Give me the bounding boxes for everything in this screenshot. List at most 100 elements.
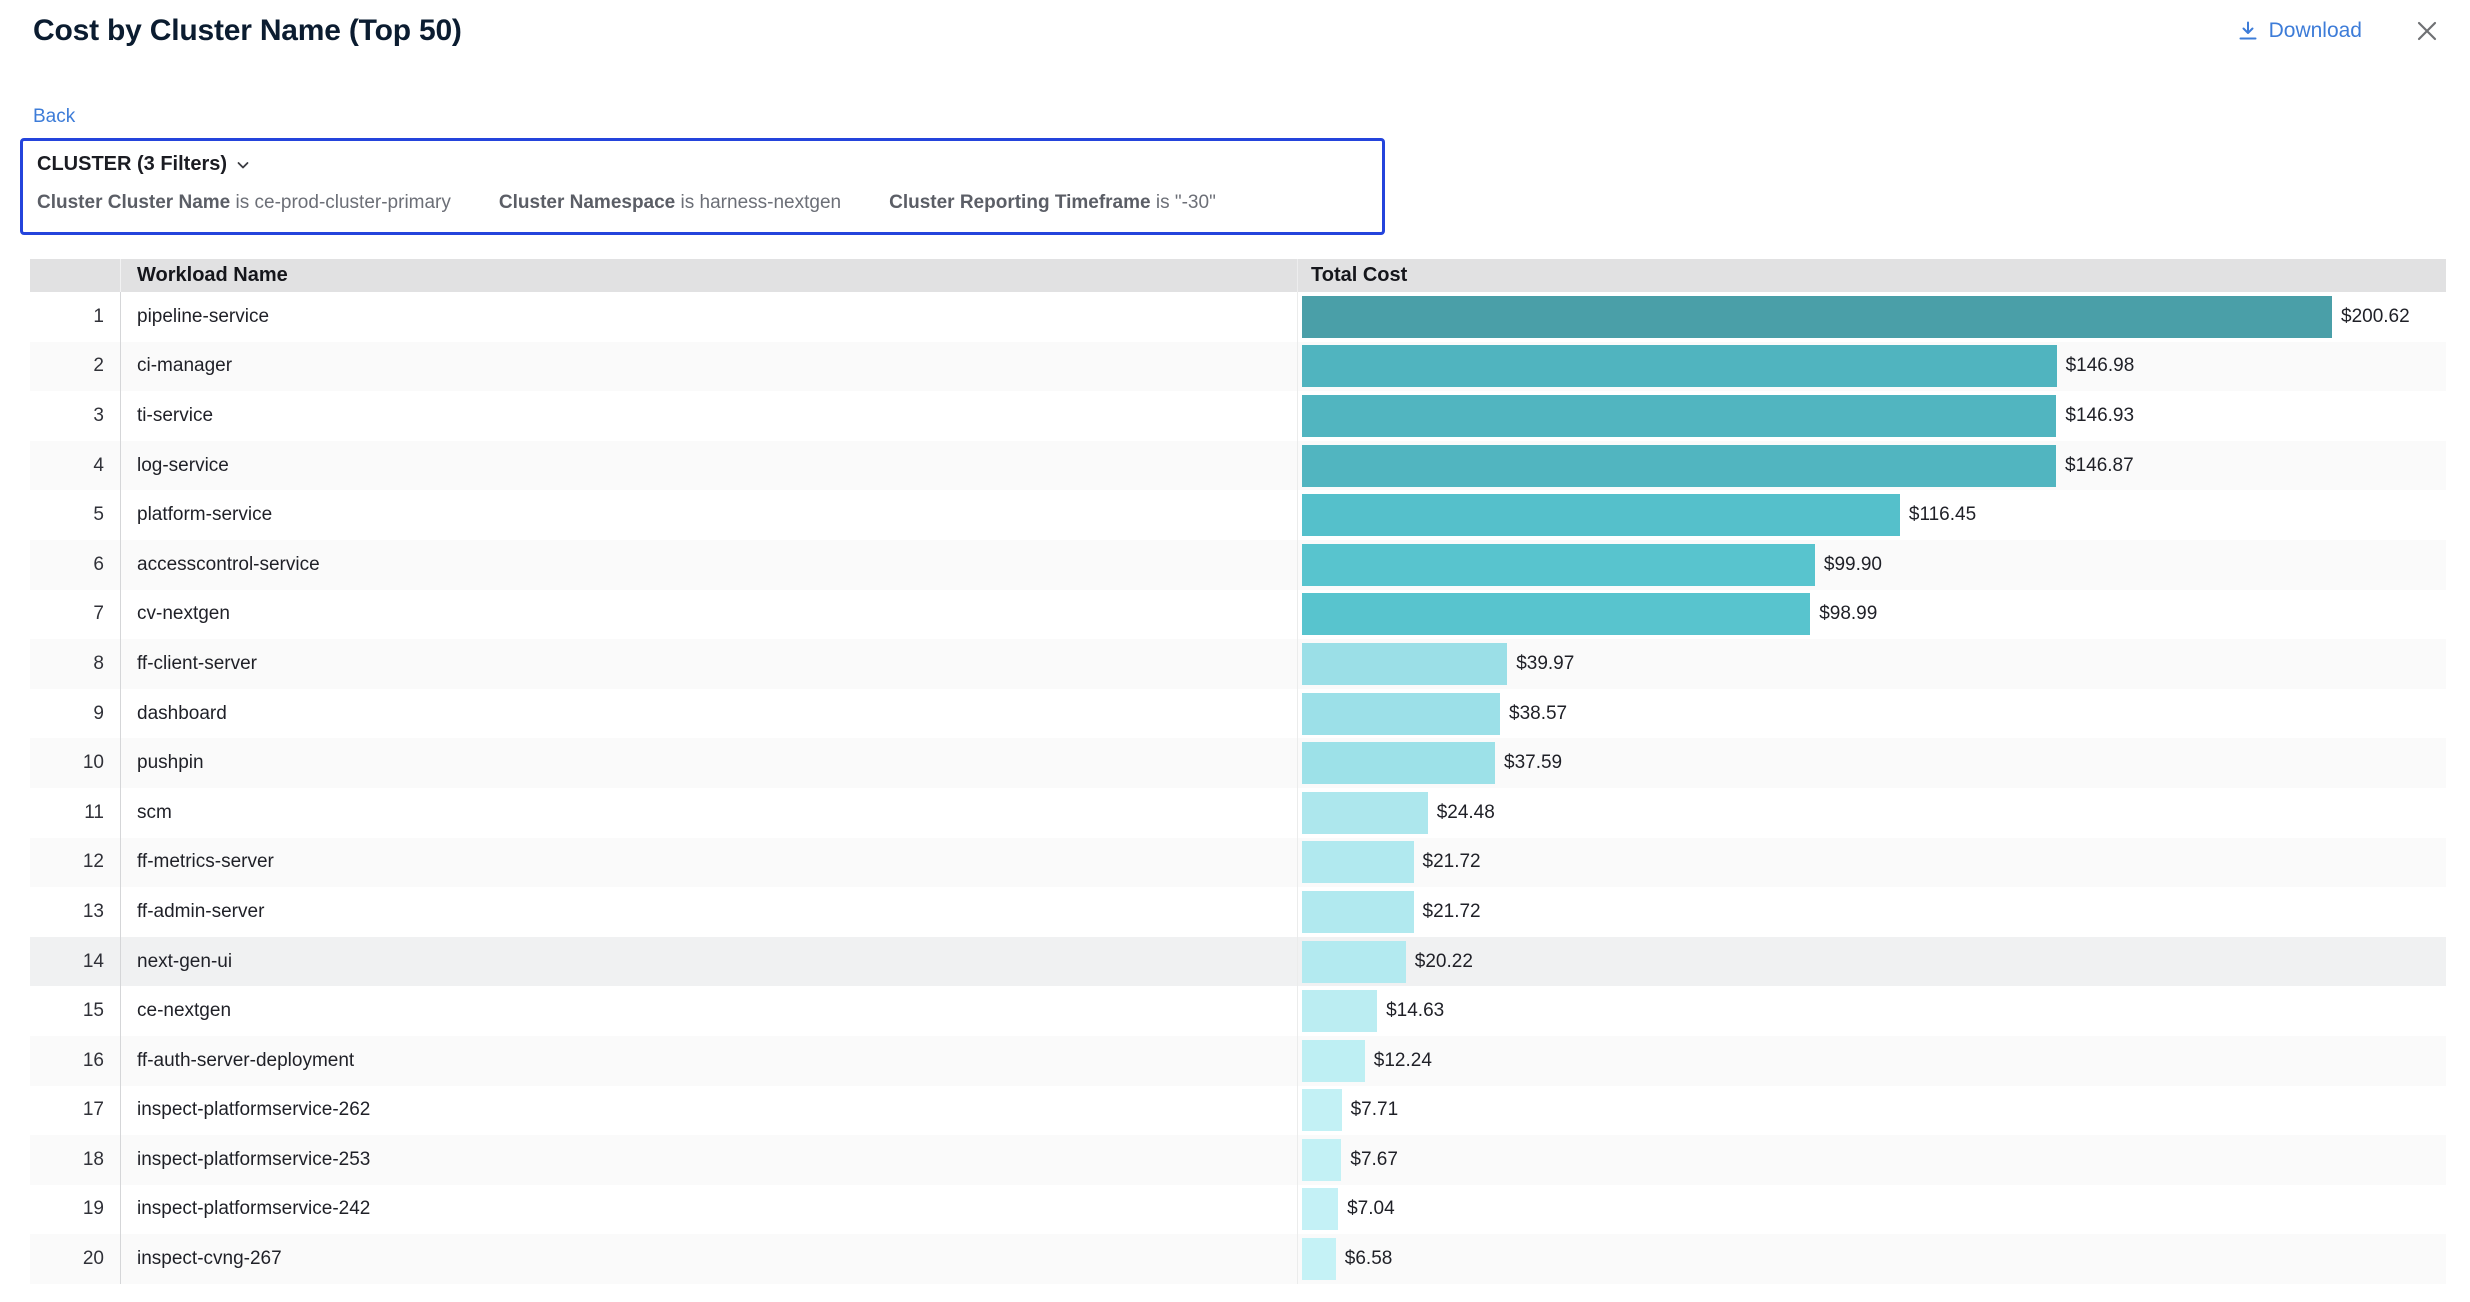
table-row[interactable]: 5 platform-service $116.45 <box>30 490 2446 540</box>
row-rank: 3 <box>30 391 120 441</box>
cost-value: $146.98 <box>2066 355 2135 377</box>
cost-value: $7.67 <box>1350 1149 1398 1171</box>
filter-field-condition: is ce-prod-cluster-primary <box>236 192 451 213</box>
row-rank: 6 <box>30 540 120 590</box>
table-row[interactable]: 9 dashboard $38.57 <box>30 689 2446 739</box>
table-row[interactable]: 2 ci-manager $146.98 <box>30 342 2446 392</box>
cost-value: $116.45 <box>1909 504 1976 526</box>
cost-value: $21.72 <box>1423 901 1481 923</box>
cost-cell: $146.98 <box>1297 342 2446 392</box>
workload-name: ff-metrics-server <box>120 838 1297 888</box>
modal-header: Cost by Cluster Name (Top 50) Download <box>0 0 2470 48</box>
table-row[interactable]: 19 inspect-platformservice-242 $7.04 <box>30 1185 2446 1235</box>
cost-bar <box>1302 1089 1342 1131</box>
workload-name: cv-nextgen <box>120 590 1297 640</box>
workload-name: log-service <box>120 441 1297 491</box>
cost-table: Workload Name Total Cost 1 pipeline-serv… <box>30 259 2446 1284</box>
cost-bar <box>1302 792 1428 834</box>
cost-value: $98.99 <box>1819 603 1877 625</box>
cost-value: $6.58 <box>1345 1248 1393 1270</box>
chevron-down-icon <box>235 157 251 173</box>
table-row[interactable]: 11 scm $24.48 <box>30 788 2446 838</box>
cost-value: $38.57 <box>1509 703 1567 725</box>
table-body: 1 pipeline-service $200.62 2 ci-manager … <box>30 292 2446 1284</box>
filter-field-condition: is "-30" <box>1156 192 1216 213</box>
table-row[interactable]: 4 log-service $146.87 <box>30 441 2446 491</box>
cost-cell: $12.24 <box>1297 1036 2446 1086</box>
row-rank: 18 <box>30 1135 120 1185</box>
cost-bar <box>1302 643 1507 685</box>
table-row[interactable]: 1 pipeline-service $200.62 <box>30 292 2446 342</box>
filter-group-toggle[interactable]: CLUSTER (3 Filters) <box>37 153 251 176</box>
cost-cell: $7.67 <box>1297 1135 2446 1185</box>
table-header-row: Workload Name Total Cost <box>30 259 2446 292</box>
cost-bar <box>1302 742 1495 784</box>
cost-value: $24.48 <box>1437 802 1495 824</box>
table-row[interactable]: 18 inspect-platformservice-253 $7.67 <box>30 1135 2446 1185</box>
row-rank: 20 <box>30 1234 120 1284</box>
cost-cell: $7.71 <box>1297 1086 2446 1136</box>
cost-bar <box>1302 841 1414 883</box>
row-rank: 16 <box>30 1036 120 1086</box>
table-row[interactable]: 15 ce-nextgen $14.63 <box>30 986 2446 1036</box>
cost-cell: $21.72 <box>1297 838 2446 888</box>
back-link[interactable]: Back <box>33 106 75 128</box>
table-row[interactable]: 10 pushpin $37.59 <box>30 738 2446 788</box>
cost-value: $37.59 <box>1504 752 1562 774</box>
cost-cell: $14.63 <box>1297 986 2446 1036</box>
workload-name: accesscontrol-service <box>120 540 1297 590</box>
filter-panel: CLUSTER (3 Filters) Cluster Cluster Name… <box>20 138 1385 235</box>
cost-cell: $7.04 <box>1297 1185 2446 1235</box>
cost-drilldown-modal: Cost by Cluster Name (Top 50) Download B <box>0 0 2470 1302</box>
workload-name: ff-admin-server <box>120 887 1297 937</box>
workload-name: inspect-cvng-267 <box>120 1234 1297 1284</box>
cost-cell: $21.72 <box>1297 887 2446 937</box>
row-rank: 8 <box>30 639 120 689</box>
cost-cell: $98.99 <box>1297 590 2446 640</box>
page-title: Cost by Cluster Name (Top 50) <box>33 14 462 48</box>
table-row[interactable]: 14 next-gen-ui $20.22 <box>30 937 2446 987</box>
filter-condition: Cluster Reporting Timeframe is "-30" <box>889 192 1216 214</box>
table-row[interactable]: 3 ti-service $146.93 <box>30 391 2446 441</box>
table-row[interactable]: 17 inspect-platformservice-262 $7.71 <box>30 1086 2446 1136</box>
table-row[interactable]: 7 cv-nextgen $98.99 <box>30 590 2446 640</box>
row-rank: 5 <box>30 490 120 540</box>
cost-value: $21.72 <box>1423 851 1481 873</box>
row-rank: 1 <box>30 292 120 342</box>
table-row[interactable]: 6 accesscontrol-service $99.90 <box>30 540 2446 590</box>
workload-name: next-gen-ui <box>120 937 1297 987</box>
cost-cell: $99.90 <box>1297 540 2446 590</box>
workload-name: pipeline-service <box>120 292 1297 342</box>
row-rank: 12 <box>30 838 120 888</box>
workload-name: inspect-platformservice-262 <box>120 1086 1297 1136</box>
close-icon[interactable] <box>2414 18 2440 44</box>
table-row[interactable]: 12 ff-metrics-server $21.72 <box>30 838 2446 888</box>
cost-value: $7.71 <box>1351 1099 1399 1121</box>
download-label: Download <box>2269 19 2362 43</box>
cost-cell: $20.22 <box>1297 937 2446 987</box>
row-rank: 14 <box>30 937 120 987</box>
workload-name: scm <box>120 788 1297 838</box>
cost-cell: $146.93 <box>1297 391 2446 441</box>
workload-name: inspect-platformservice-253 <box>120 1135 1297 1185</box>
row-rank: 7 <box>30 590 120 640</box>
cost-bar <box>1302 593 1810 635</box>
table-row[interactable]: 8 ff-client-server $39.97 <box>30 639 2446 689</box>
filter-field-name: Cluster Cluster Name <box>37 192 230 213</box>
table-row[interactable]: 16 ff-auth-server-deployment $12.24 <box>30 1036 2446 1086</box>
cost-value: $14.63 <box>1386 1000 1444 1022</box>
cost-bar <box>1302 296 2332 338</box>
workload-name: ci-manager <box>120 342 1297 392</box>
row-rank: 11 <box>30 788 120 838</box>
cost-value: $39.97 <box>1516 653 1574 675</box>
table-row[interactable]: 20 inspect-cvng-267 $6.58 <box>30 1234 2446 1284</box>
workload-name: pushpin <box>120 738 1297 788</box>
cost-bar <box>1302 494 1900 536</box>
cost-bar <box>1302 1188 1338 1230</box>
cost-bar <box>1302 990 1377 1032</box>
table-row[interactable]: 13 ff-admin-server $21.72 <box>30 887 2446 937</box>
cost-cell: $37.59 <box>1297 738 2446 788</box>
download-button[interactable]: Download <box>2237 19 2362 43</box>
filter-group-label: CLUSTER (3 Filters) <box>37 153 227 176</box>
filter-condition: Cluster Namespace is harness-nextgen <box>499 192 841 214</box>
